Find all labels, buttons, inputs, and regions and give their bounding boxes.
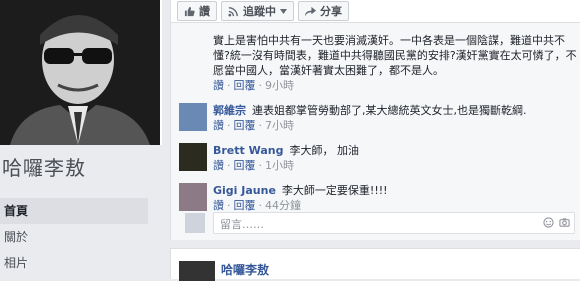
comment-meta: 讚 · 回覆 · 1小時 — [213, 158, 580, 173]
comment-meta: 讚 · 回覆 · 9小時 — [213, 78, 580, 93]
comment-list: 實上是害怕中共有一天也要消滅漢奸。一中各表是一個陰謀，難道中共不懂?統一沒有時間… — [171, 33, 580, 213]
comment-like-link[interactable]: 讚 — [213, 119, 224, 132]
profile-photo[interactable] — [0, 0, 162, 145]
comment-like-link[interactable]: 讚 — [213, 79, 224, 92]
comment-like-link[interactable]: 讚 — [213, 199, 224, 212]
page-title: 哈囉李敖 — [2, 156, 86, 180]
comment-input[interactable]: 留言…… — [213, 212, 575, 234]
comment-reply-link[interactable]: 回覆 — [234, 159, 256, 172]
meta-separator: · — [258, 119, 263, 132]
meta-separator: · — [227, 199, 231, 212]
meta-separator: · — [227, 79, 231, 92]
left-column: 哈囉李敖 首頁 關於 相片 — [0, 0, 162, 270]
comment-author[interactable]: Brett Wang — [213, 144, 284, 157]
comment-text: 實上是害怕中共有一天也要消滅漢奸。一中各表是一個陰謀，難道中共不懂?統一沒有時間… — [213, 34, 577, 77]
meta-separator: · — [258, 159, 263, 172]
comment-item: 實上是害怕中共有一天也要消滅漢奸。一中各表是一個陰謀，難道中共不懂?統一沒有時間… — [171, 33, 580, 93]
nav-item-photos[interactable]: 相片 — [0, 250, 148, 276]
comment-reply-link[interactable]: 回覆 — [234, 79, 256, 92]
profile-portrait-image — [0, 0, 160, 145]
follow-button[interactable]: 追蹤中 — [221, 1, 294, 21]
post-actions-bar: 讚 追蹤中 分享 — [171, 0, 580, 23]
share-button[interactable]: 分享 — [298, 1, 349, 21]
share-button-label: 分享 — [320, 5, 342, 18]
nav-item-home[interactable]: 首頁 — [0, 198, 148, 224]
avatar[interactable] — [179, 143, 207, 171]
comment-item: Brett Wang 李大師， 加油 讚 · 回覆 · 1小時 — [171, 143, 580, 173]
comment-author[interactable]: 郭維宗 — [213, 104, 246, 117]
follow-button-label: 追蹤中 — [243, 5, 276, 18]
comment-text: 李大師一定要保重!!!! — [281, 184, 388, 197]
wifi-follow-icon — [228, 6, 238, 17]
meta-separator: · — [227, 159, 231, 172]
comment-reply-link[interactable]: 回覆 — [234, 119, 256, 132]
avatar[interactable] — [179, 183, 207, 211]
comment-input-placeholder: 留言…… — [220, 218, 264, 231]
emoji-icon[interactable] — [543, 217, 554, 228]
meta-separator: · — [258, 79, 263, 92]
page-nav: 首頁 關於 相片 — [0, 198, 148, 276]
comment-time: 9小時 — [265, 79, 294, 92]
comment-time: 44分鐘 — [265, 199, 301, 212]
comment-item: 郭維宗 連表姐都掌管勞動部了,某大總統英文女士,也是獨斷乾綱. 讚 · 回覆 · 7小時 — [171, 103, 580, 133]
comment-reply-link[interactable]: 回覆 — [234, 199, 256, 212]
nav-item-about[interactable]: 關於 — [0, 224, 148, 250]
like-button-label: 讚 — [199, 5, 210, 18]
comment-item: Gigi Jaune 李大師一定要保重!!!! 讚 · 回覆 · 44分鐘 — [171, 183, 580, 213]
comment-input-tools — [543, 217, 570, 228]
next-post-card: 哈囉李敖 — [170, 248, 580, 281]
avatar[interactable] — [179, 103, 207, 131]
comment-meta: 讚 · 回覆 · 44分鐘 — [213, 198, 580, 213]
comment-time: 1小時 — [265, 159, 294, 172]
comment-body: Brett Wang 李大師， 加油 — [213, 143, 580, 158]
comment-body: 郭維宗 連表姐都掌管勞動部了,某大總統英文女士,也是獨斷乾綱. — [213, 103, 580, 118]
comment-text: 連表姐都掌管勞動部了,某大總統英文女士,也是獨斷乾綱. — [252, 104, 527, 117]
avatar — [185, 213, 205, 233]
comment-time: 7小時 — [265, 119, 294, 132]
comment-body: Gigi Jaune 李大師一定要保重!!!! — [213, 183, 580, 198]
comment-like-link[interactable]: 讚 — [213, 159, 224, 172]
thumbs-up-icon — [184, 6, 195, 16]
chevron-down-icon — [280, 8, 287, 14]
comment-meta: 讚 · 回覆 · 7小時 — [213, 118, 580, 133]
meta-separator: · — [227, 119, 231, 132]
post-card: 讚 追蹤中 分享 實上是害怕中共有一天也要消滅漢奸。一中各表是一個陰謀，難道中共… — [170, 0, 580, 240]
comment-author[interactable]: Gigi Jaune — [213, 184, 276, 197]
like-button[interactable]: 讚 — [177, 1, 217, 21]
comment-text: 李大師， 加油 — [289, 144, 360, 157]
meta-separator: · — [258, 199, 263, 212]
avatar[interactable] — [179, 261, 215, 281]
share-arrow-icon — [305, 6, 316, 16]
camera-icon[interactable] — [559, 217, 570, 228]
